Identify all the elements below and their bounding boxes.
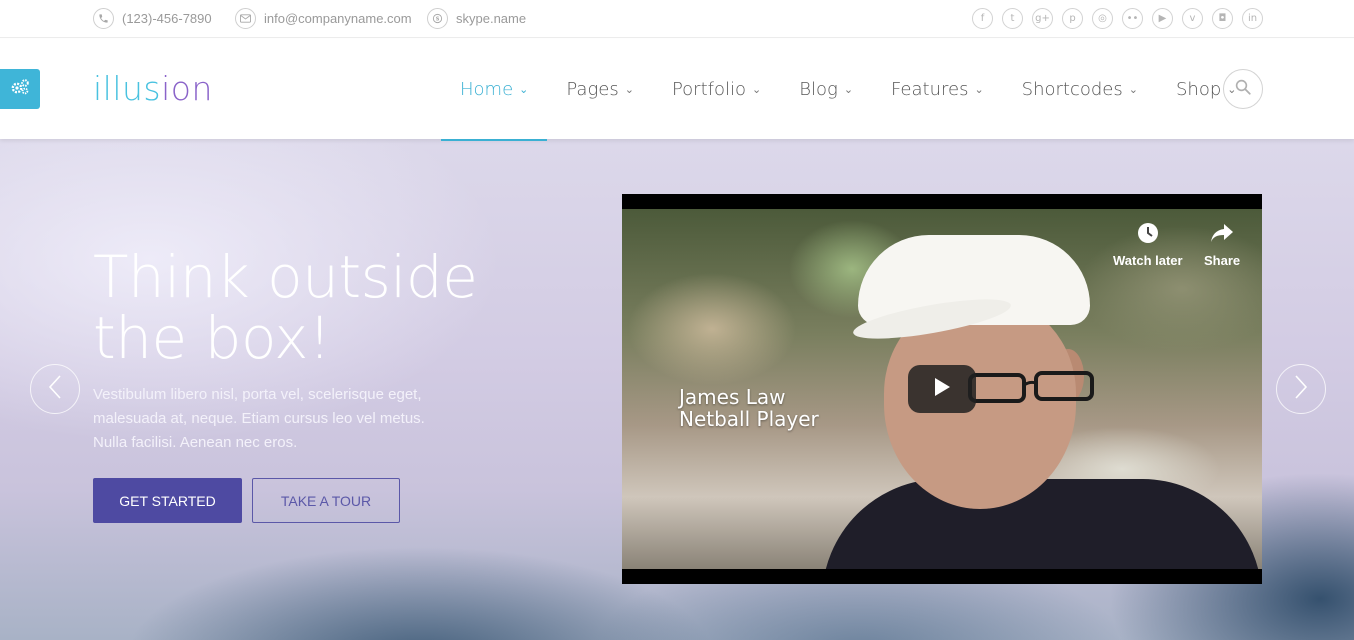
nav-item-portfolio[interactable]: Portfolio ⌄: [653, 39, 780, 139]
email-address: info@companyname.com: [264, 11, 412, 26]
nav-label: Portfolio: [671, 78, 746, 100]
nav-item-home[interactable]: Home ⌄: [441, 39, 548, 141]
get-started-button[interactable]: GET STARTED: [93, 478, 242, 523]
gears-icon: [10, 78, 30, 101]
settings-toggle-button[interactable]: [0, 69, 40, 109]
slider-prev-button[interactable]: [30, 364, 80, 414]
share-icon: [1210, 222, 1234, 247]
hero-subtext: Vestibulum libero nisl, porta vel, scele…: [93, 386, 425, 451]
hero-slider: Think outside the box! Vestibulum libero…: [0, 139, 1354, 640]
video-caption-role: Netball Player: [679, 407, 819, 431]
nav-item-pages[interactable]: Pages ⌄: [547, 39, 653, 139]
nav-label: Shop: [1175, 78, 1222, 100]
headline-line-1: Think outside: [93, 243, 478, 311]
chevron-right-icon: [1294, 374, 1308, 405]
twitter-icon[interactable]: t: [1002, 8, 1023, 29]
search-icon: [1234, 78, 1252, 101]
top-bar: (123)-456-7890 info@companyname.com S sk…: [0, 0, 1354, 38]
flickr-icon[interactable]: ••: [1122, 8, 1143, 29]
nav-label: Home: [460, 78, 514, 100]
chevron-down-icon: ⌄: [752, 82, 762, 96]
nav-item-blog[interactable]: Blog ⌄: [780, 39, 872, 139]
main-nav: Home ⌄ Pages ⌄ Portfolio ⌄ Blog ⌄ Features ⌄ …: [441, 39, 1255, 141]
youtube-icon[interactable]: ▶: [1152, 8, 1173, 29]
share-label: Share: [1204, 253, 1241, 268]
chevron-down-icon: ⌄: [624, 82, 634, 96]
envelope-icon: [235, 8, 256, 29]
phone-number: (123)-456-7890: [122, 11, 212, 26]
svg-text:S: S: [436, 16, 440, 22]
nav-label: Shortcodes: [1021, 78, 1123, 100]
phone-icon: [93, 8, 114, 29]
watch-later-button[interactable]: Watch later: [1113, 222, 1183, 268]
video-caption-name: James Law: [679, 385, 786, 409]
chevron-down-icon: ⌄: [519, 82, 529, 96]
chevron-left-icon: [48, 374, 62, 405]
email-contact[interactable]: info@companyname.com: [235, 8, 412, 29]
play-button[interactable]: [908, 365, 976, 413]
nav-label: Pages: [566, 78, 619, 100]
share-button[interactable]: Share: [1204, 222, 1240, 268]
skype-name: skype.name: [456, 11, 527, 26]
main-header: illusion Home ⌄ Pages ⌄ Portfolio ⌄ Blog ⌄ F…: [0, 39, 1354, 141]
nav-item-features[interactable]: Features ⌄: [872, 39, 1003, 139]
logo-text-primary: illus: [93, 69, 162, 108]
linkedin-icon[interactable]: in: [1242, 8, 1263, 29]
video-person-shirt: [822, 479, 1262, 569]
video-frame[interactable]: James Law Netball Player Watch later Sha…: [622, 209, 1262, 569]
video-person-glasses: [968, 371, 1094, 403]
play-icon: [933, 377, 951, 402]
phone-contact[interactable]: (123)-456-7890: [93, 8, 212, 29]
chevron-down-icon: ⌄: [974, 82, 984, 96]
social-links: f t g+ p ◎ •• ▶ v ◘ in: [972, 8, 1263, 29]
hero-headline: Think outside the box!: [93, 243, 478, 372]
headline-line-2: the box!: [93, 304, 331, 372]
nav-label: Blog: [799, 78, 838, 100]
search-button[interactable]: [1223, 69, 1263, 109]
dribbble-icon[interactable]: ◎: [1092, 8, 1113, 29]
facebook-icon[interactable]: f: [972, 8, 993, 29]
nav-item-shortcodes[interactable]: Shortcodes ⌄: [1003, 39, 1157, 139]
skype-contact[interactable]: S skype.name: [427, 8, 526, 29]
video-player[interactable]: James Law Netball Player Watch later Sha…: [622, 194, 1262, 584]
logo-text-secondary: ion: [161, 69, 213, 108]
skype-icon: S: [427, 8, 448, 29]
pinterest-icon[interactable]: p: [1062, 8, 1083, 29]
site-logo[interactable]: illusion: [93, 69, 213, 108]
chevron-down-icon: ⌄: [1128, 82, 1138, 96]
take-a-tour-button[interactable]: TAKE A TOUR: [252, 478, 400, 523]
nav-label: Features: [891, 78, 969, 100]
instagram-icon[interactable]: ◘: [1212, 8, 1233, 29]
watch-later-label: Watch later: [1113, 253, 1183, 268]
clock-icon: [1137, 222, 1159, 247]
slider-next-button[interactable]: [1276, 364, 1326, 414]
video-caption: James Law Netball Player: [679, 386, 819, 430]
google-plus-icon[interactable]: g+: [1032, 8, 1053, 29]
vimeo-icon[interactable]: v: [1182, 8, 1203, 29]
chevron-down-icon: ⌄: [843, 82, 854, 96]
